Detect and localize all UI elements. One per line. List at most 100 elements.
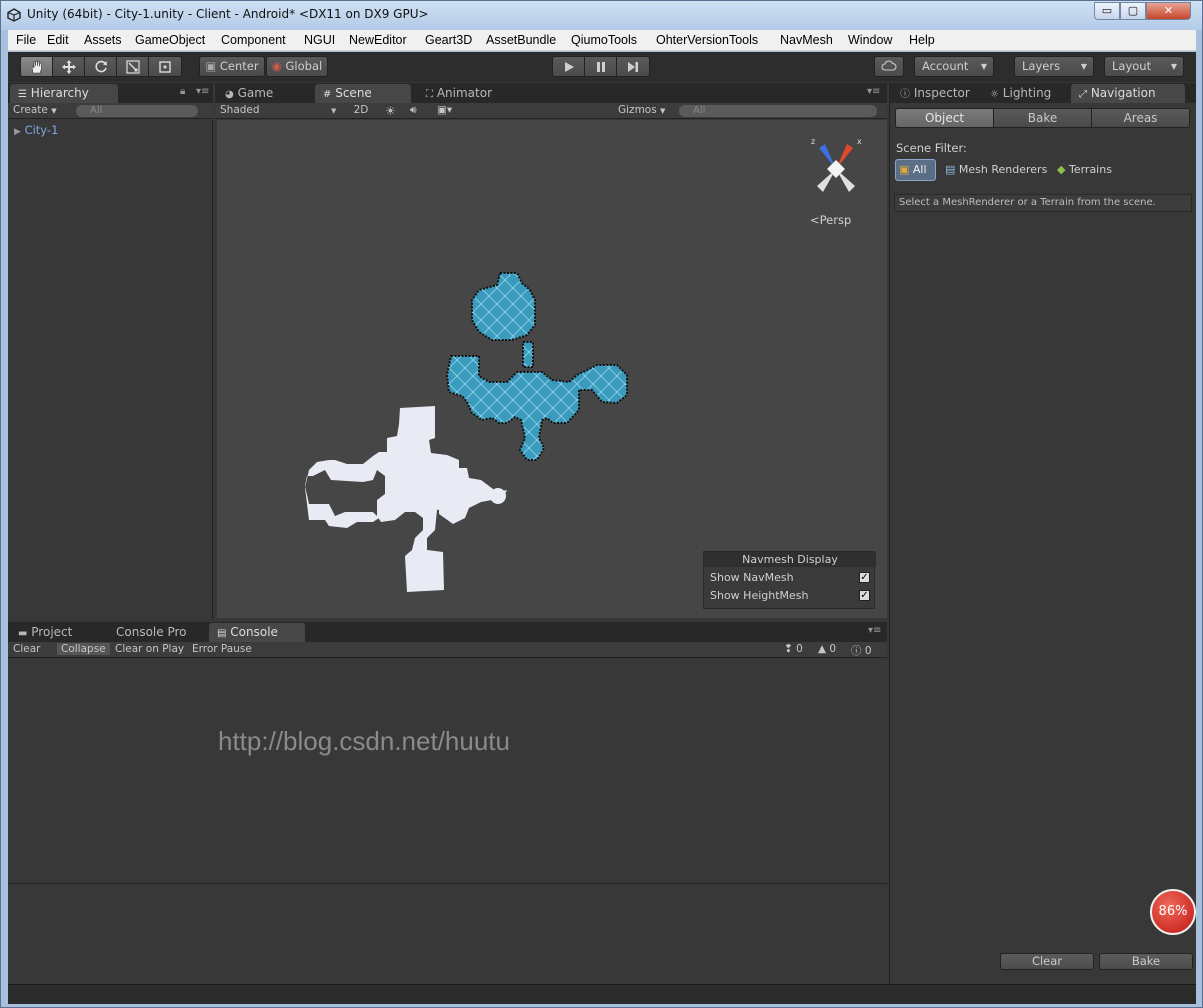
tab-hierarchy-label: Hierarchy <box>30 86 89 100</box>
cloud-icon <box>881 60 897 71</box>
menu-neweditor[interactable]: NewEditor <box>349 33 407 47</box>
rotate-tool-icon[interactable] <box>85 57 117 76</box>
globe-icon: ◉ <box>271 59 282 73</box>
info-count-toggle[interactable]: ❢ 0 <box>784 643 803 655</box>
dropdown-arrow-icon: ▼ <box>331 107 337 115</box>
tab-project-label: Project <box>31 625 73 639</box>
layers-label: Layers <box>1022 59 1061 73</box>
console-clear-on-play-button[interactable]: Clear on Play <box>115 643 184 655</box>
console-clear-button[interactable]: Clear <box>13 643 40 655</box>
menu-gameobject[interactable]: GameObject <box>135 33 205 47</box>
subtab-areas[interactable]: Areas <box>1092 109 1189 127</box>
expand-arrow-icon[interactable]: ▶ <box>14 127 21 137</box>
pivot-center-label: Center <box>219 59 259 73</box>
dropdown-arrow-icon: ▼ <box>1170 62 1177 71</box>
menu-window[interactable]: Window <box>848 33 892 47</box>
cloud-button[interactable] <box>874 56 904 77</box>
error-icon: ⓘ <box>851 645 862 657</box>
maximize-button[interactable]: ▢ <box>1120 2 1146 20</box>
sun-icon[interactable]: ☀ <box>385 104 396 118</box>
menu-geart3d[interactable]: Geart3D <box>425 33 472 47</box>
info-bubble-icon: ❢ <box>784 643 793 655</box>
hand-tool-icon[interactable] <box>21 57 53 76</box>
console-error-pause-button[interactable]: Error Pause <box>192 643 252 655</box>
play-icon[interactable] <box>553 57 585 76</box>
tab-console[interactable]: ▤ Console <box>209 623 305 642</box>
layout-dropdown[interactable]: Layout ▼ <box>1104 56 1184 77</box>
animator-icon: ⛶ <box>426 89 433 100</box>
pivot-global-button[interactable]: ◉ Global <box>266 56 328 77</box>
pivot-center-button[interactable]: ▣ Center <box>199 56 265 77</box>
filter-mesh-renderers-button[interactable]: ▤ Mesh Renderers <box>945 163 1047 176</box>
tab-hierarchy[interactable]: ☰ Hierarchy <box>10 84 118 103</box>
panel-menu-icon[interactable]: ▾≡ <box>867 86 880 97</box>
scene-viewport[interactable]: z x <Persp Navmesh Display Show NavMesh … <box>217 120 887 618</box>
tab-scene[interactable]: # Scene <box>315 84 411 103</box>
rect-tool-icon[interactable] <box>149 57 181 76</box>
menu-qiumotools[interactable]: QiumoTools <box>571 33 637 47</box>
error-count-toggle[interactable]: ⓘ 0 <box>851 643 872 658</box>
console-panel: ▬ Project Console Pro ▤ Console ▾≡ Clear… <box>8 622 887 982</box>
account-dropdown[interactable]: Account ▼ <box>914 56 994 77</box>
pacman-icon: ◕ <box>225 89 234 100</box>
show-heightmesh-label: Show HeightMesh <box>710 589 809 602</box>
unity-window: Unity (64bit) - City-1.unity - Client - … <box>0 0 1203 1008</box>
menu-file[interactable]: File <box>16 33 36 47</box>
move-tool-icon[interactable] <box>53 57 85 76</box>
menu-ngui[interactable]: NGUI <box>304 33 335 47</box>
menu-assetbundle[interactable]: AssetBundle <box>486 33 556 47</box>
minimize-button[interactable]: ▭ <box>1094 2 1120 20</box>
step-icon[interactable] <box>617 57 649 76</box>
filter-all-button[interactable]: ▣ All <box>895 159 936 181</box>
warning-count-toggle[interactable]: ▲ 0 <box>818 643 836 655</box>
tab-navigation[interactable]: ⤢ Navigation <box>1071 84 1185 103</box>
menu-assets[interactable]: Assets <box>84 33 122 47</box>
tab-lighting[interactable]: ☼ Lighting <box>982 84 1068 103</box>
console-collapse-button[interactable]: Collapse <box>57 643 110 655</box>
tab-navigation-label: Navigation <box>1090 86 1156 100</box>
bake-navmesh-button[interactable]: Bake <box>1099 953 1193 970</box>
info-icon: ⓘ <box>900 89 910 100</box>
tab-game[interactable]: ◕ Game <box>217 84 305 103</box>
mode-2d-toggle[interactable]: 2D <box>350 104 372 116</box>
menu-edit[interactable]: Edit <box>47 33 69 47</box>
list-item[interactable]: ▶ City-1 <box>14 123 58 137</box>
scale-tool-icon[interactable] <box>117 57 149 76</box>
clear-navmesh-button[interactable]: Clear <box>1000 953 1094 970</box>
filter-terrains-button[interactable]: ◆ Terrains <box>1057 163 1112 176</box>
lock-icon[interactable]: 🔒︎ <box>180 86 185 97</box>
panel-menu-icon[interactable]: ▾≡ <box>868 625 881 636</box>
menu-ohterversiontools[interactable]: OhterVersionTools <box>656 33 758 47</box>
tab-lighting-label: Lighting <box>1002 86 1052 100</box>
layers-dropdown[interactable]: Layers ▼ <box>1014 56 1094 77</box>
mesh-renderer-icon: ▤ <box>945 163 956 176</box>
subtab-bake[interactable]: Bake <box>994 109 1092 127</box>
show-navmesh-checkbox[interactable]: ✓ <box>859 572 870 583</box>
show-heightmesh-checkbox[interactable]: ✓ <box>859 590 870 601</box>
panel-menu-icon[interactable]: ▾≡ <box>196 86 209 97</box>
hierarchy-search-input[interactable]: All <box>76 105 198 117</box>
create-dropdown[interactable]: Create ▼ <box>13 104 57 116</box>
scene-search-input[interactable]: All <box>679 105 877 117</box>
cpu-usage-badge[interactable]: 86% <box>1150 889 1196 935</box>
tab-console-pro[interactable]: Console Pro <box>108 623 208 642</box>
title-bar: Unity (64bit) - City-1.unity - Client - … <box>1 1 1202 30</box>
pause-icon[interactable] <box>585 57 617 76</box>
dropdown-arrow-icon: ▼ <box>51 107 57 115</box>
subtab-object[interactable]: Object <box>896 109 994 127</box>
checkmark-icon: ✓ <box>860 590 869 601</box>
tab-project[interactable]: ▬ Project <box>10 623 100 642</box>
console-log-area[interactable]: http://blog.csdn.net/huutu <box>8 658 887 884</box>
tab-inspector[interactable]: ⓘ Inspector <box>892 84 978 103</box>
folder-icon: ▬ <box>18 628 28 639</box>
image-effects-icon[interactable]: ▣▾ <box>437 104 452 116</box>
menu-component[interactable]: Component <box>221 33 286 47</box>
audio-icon[interactable]: 🔊︎ <box>410 104 417 117</box>
tab-animator[interactable]: ⛶ Animator <box>418 84 506 103</box>
shaded-dropdown[interactable]: Shaded <box>220 104 260 116</box>
menu-help[interactable]: Help <box>909 33 935 47</box>
close-button[interactable]: ✕ <box>1146 2 1191 20</box>
gizmos-dropdown[interactable]: Gizmos ▼ <box>618 104 665 116</box>
pivot-global-label: Global <box>285 59 323 73</box>
menu-navmesh[interactable]: NavMesh <box>780 33 833 47</box>
